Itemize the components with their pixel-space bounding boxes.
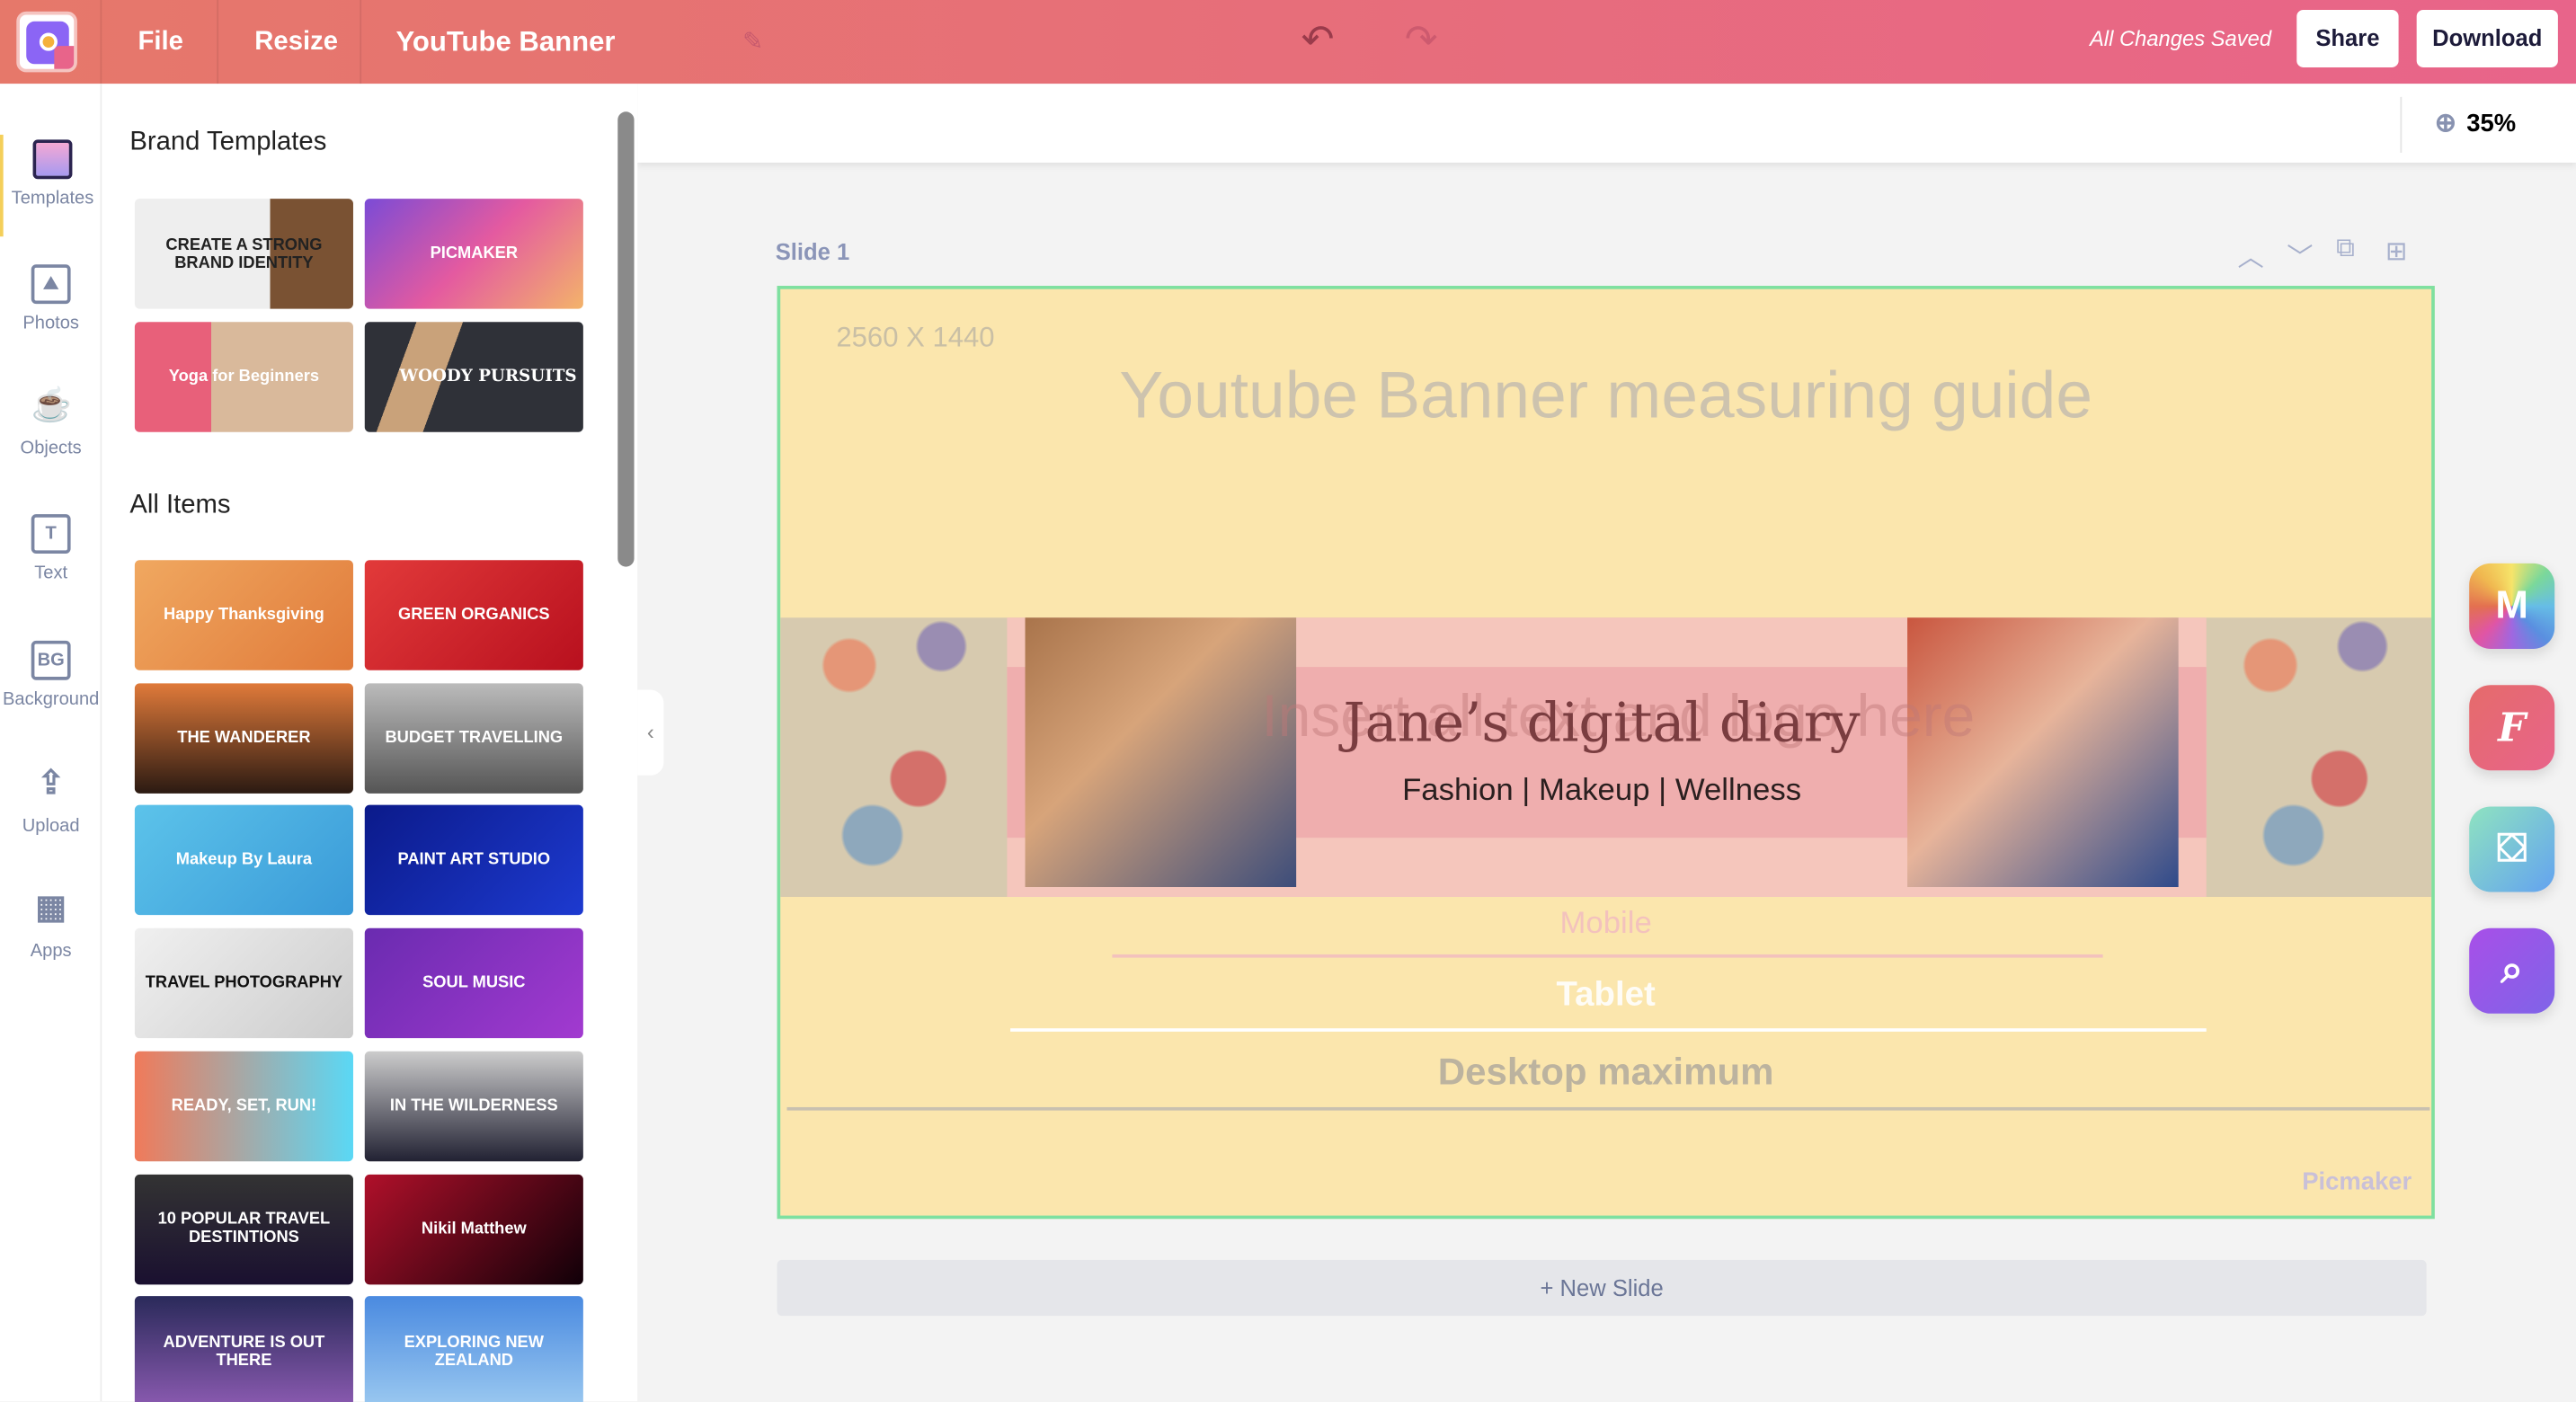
desktop-label: Desktop maximum <box>1437 1049 1774 1093</box>
template-thumbnail[interactable]: CREATE A STRONG BRAND IDENTITY <box>134 199 353 309</box>
template-thumbnail[interactable]: TRAVEL PHOTOGRAPHY <box>134 927 353 1039</box>
upload-icon: ⇪ <box>37 765 65 802</box>
zoom-in-icon: ⊕ <box>2434 110 2457 138</box>
rainbow-m-app-icon[interactable]: M <box>2469 563 2555 649</box>
template-thumbnail[interactable]: GREEN ORGANICS <box>364 560 583 670</box>
coffee-cup-icon: ☕ <box>31 387 73 424</box>
panel-scrollbar[interactable] <box>617 111 635 567</box>
nav-label: Text <box>34 563 68 583</box>
font-app-icon[interactable]: F <box>2469 685 2555 771</box>
floral-illustration <box>2201 552 2432 930</box>
nav-label: Objects <box>20 439 82 458</box>
nav-objects[interactable]: ☕ Objects <box>0 389 102 458</box>
template-thumbnail[interactable]: Nikil Matthew <box>364 1173 583 1284</box>
templates-panel: Brand Templates CREATE A STRONG BRAND ID… <box>102 84 638 1402</box>
template-thumbnail[interactable]: SOUL MUSIC <box>364 927 583 1039</box>
duplicate-icon[interactable]: ⧉ <box>2336 235 2355 264</box>
picmaker-watermark: Picmaker <box>2302 1167 2412 1196</box>
divider <box>217 0 219 84</box>
save-status: All Changes Saved <box>2089 26 2272 51</box>
template-thumbnail[interactable]: IN THE WILDERNESS <box>364 1051 583 1161</box>
paint-bucket-app-icon[interactable]: ⛋ <box>2469 806 2555 892</box>
top-bar: File Resize YouTube Banner ✎ ↶ ↷ All Cha… <box>0 0 2576 84</box>
banner-tagline[interactable]: Fashion | Makeup | Wellness <box>1109 774 2095 810</box>
mobile-label: Mobile <box>1559 906 1652 942</box>
redo-icon[interactable]: ↷ <box>1405 16 1438 64</box>
nav-upload[interactable]: ⇪ Upload <box>0 768 102 837</box>
tablet-line <box>1010 1028 2207 1032</box>
download-button[interactable]: Download <box>2416 9 2558 67</box>
desktop-line <box>786 1106 2430 1111</box>
undo-icon[interactable]: ↶ <box>1301 16 1335 64</box>
image-icon: ⛰ <box>31 264 71 305</box>
nav-text[interactable]: T Text <box>0 514 102 583</box>
floral-illustration <box>780 552 1011 930</box>
template-thumbnail[interactable]: WOODY PURSUITS <box>364 322 583 432</box>
grid-icon: ▦ <box>35 890 67 927</box>
template-thumbnail[interactable]: Happy Thanksgiving <box>134 560 353 670</box>
template-thumbnail[interactable]: BUDGET TRAVELLING <box>364 682 583 794</box>
move-up-icon[interactable]: ︿ <box>2237 235 2263 274</box>
add-slide-icon[interactable]: ⊞ <box>2385 235 2408 268</box>
nav-photos[interactable]: ⛰ Photos <box>0 264 102 333</box>
slide-label: Slide 1 <box>775 238 850 265</box>
divider <box>100 0 102 84</box>
text-icon: T <box>31 514 71 554</box>
template-thumbnail[interactable]: PAINT ART STUDIO <box>364 805 583 916</box>
background-icon: BG <box>31 640 71 680</box>
nav-label: Background <box>2 689 100 710</box>
template-thumbnail[interactable]: Makeup By Laura <box>134 805 353 916</box>
template-thumbnail[interactable]: THE WANDERER <box>134 682 353 794</box>
dimensions-label: 2560 X 1440 <box>836 322 995 353</box>
template-thumbnail[interactable]: Yoga for Beginners <box>134 322 353 432</box>
template-thumbnail[interactable]: EXPLORING NEW ZEALAND <box>364 1296 583 1402</box>
collapse-panel-chevron-icon[interactable]: ‹ <box>637 689 664 776</box>
document-title[interactable]: YouTube Banner <box>395 0 615 84</box>
picmaker-logo[interactable] <box>16 11 77 73</box>
templates-icon <box>32 139 73 180</box>
nav-label: Upload <box>22 816 80 837</box>
file-menu[interactable]: File <box>138 0 183 84</box>
slide-canvas[interactable]: 2560 X 1440 Youtube Banner measuring gui… <box>777 286 2435 1220</box>
canvas-toolbar: ⊕ 35% <box>637 84 2576 163</box>
new-slide-button[interactable]: + New Slide <box>777 1259 2427 1317</box>
resize-menu[interactable]: Resize <box>254 0 338 84</box>
guide-title[interactable]: Youtube Banner measuring guide <box>780 351 2431 440</box>
share-button[interactable]: Share <box>2296 9 2399 67</box>
nav-background[interactable]: BG Background <box>0 640 102 710</box>
nav-templates[interactable]: Templates <box>0 134 102 237</box>
nav-apps[interactable]: ▦ Apps <box>0 892 102 961</box>
zoom-control[interactable]: ⊕ 35% <box>2400 96 2576 153</box>
template-thumbnail[interactable]: 10 POPULAR TRAVEL DESTINTIONS <box>134 1173 353 1284</box>
template-thumbnail[interactable]: ADVENTURE IS OUT THERE <box>134 1296 353 1402</box>
move-down-icon[interactable]: ﹀ <box>2287 235 2313 274</box>
pencil-icon[interactable]: ✎ <box>742 26 763 56</box>
template-thumbnail[interactable]: READY, SET, RUN! <box>134 1051 353 1161</box>
all-items-heading: All Items <box>129 491 231 519</box>
nav-label: Photos <box>22 314 79 334</box>
image-search-app-icon[interactable]: ⌕ <box>2469 927 2555 1014</box>
zoom-level: 35% <box>2466 110 2517 138</box>
brand-templates-heading: Brand Templates <box>129 128 327 156</box>
nav-label: Templates <box>11 189 94 209</box>
nav-label: Apps <box>30 941 72 962</box>
divider <box>360 0 362 84</box>
mobile-line <box>1112 954 2103 958</box>
template-thumbnail[interactable]: PICMAKER <box>364 199 583 309</box>
tablet-label: Tablet <box>1556 975 1656 1014</box>
banner-name[interactable]: Jane’s digital diary <box>1109 690 2095 754</box>
left-nav: Templates ⛰ Photos ☕ Objects T Text BG Backg… <box>0 84 102 1402</box>
